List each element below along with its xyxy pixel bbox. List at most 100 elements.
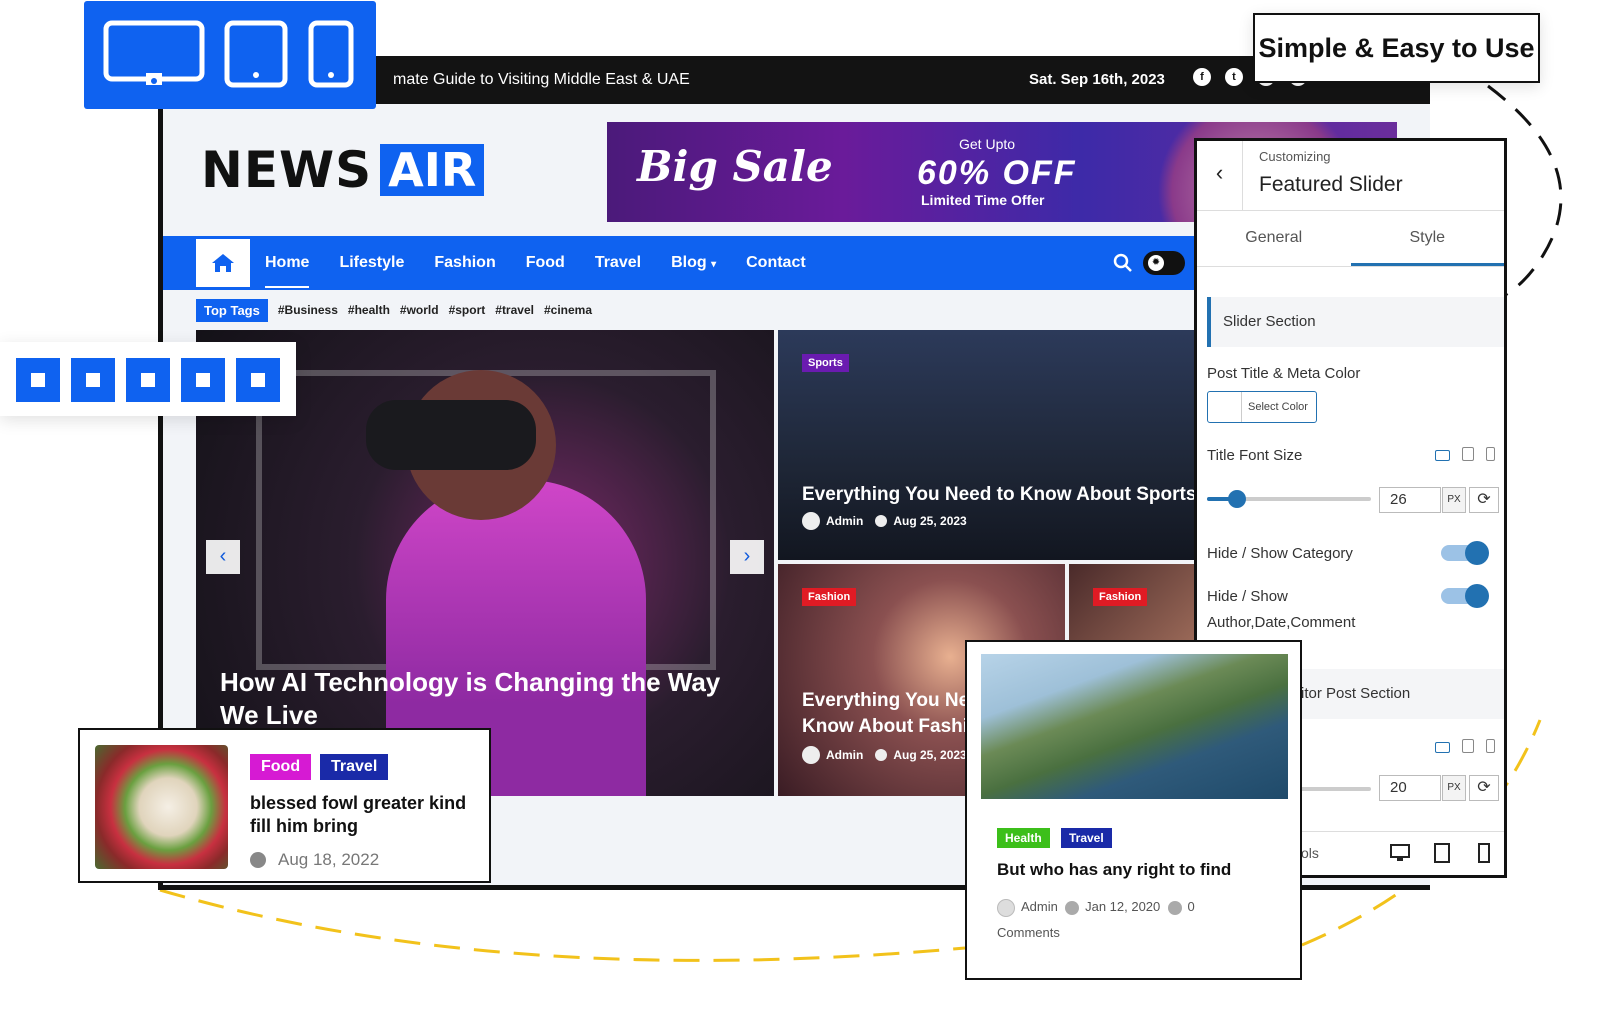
avatar xyxy=(802,746,820,764)
editor-section-heading: itor Post Section xyxy=(1301,685,1411,702)
desktop-icon[interactable] xyxy=(1390,844,1410,861)
category-badge-sports[interactable]: Sports xyxy=(802,354,849,372)
current-date: Sat. Sep 16th, 2023 xyxy=(1029,71,1165,88)
tag-health[interactable]: Health xyxy=(997,828,1050,848)
layout-option-3[interactable] xyxy=(126,358,170,402)
search-button[interactable] xyxy=(1113,253,1133,278)
nav-item-lifestyle[interactable]: Lifestyle xyxy=(339,254,404,272)
fashion-card-author[interactable]: Admin xyxy=(826,748,863,762)
unit-label: PX xyxy=(1442,487,1466,513)
tag-cinema[interactable]: #cinema xyxy=(544,303,592,317)
mobile-icon[interactable] xyxy=(1486,447,1495,461)
nav-item-fashion[interactable]: Fashion xyxy=(434,254,495,272)
device-icons xyxy=(103,20,354,88)
stage: mate Guide to Visiting Middle East & UAE… xyxy=(0,0,1619,1013)
health-card-date: Jan 12, 2020 xyxy=(1085,899,1161,914)
food-card-date-row: Aug 18, 2022 xyxy=(250,850,379,870)
sports-card[interactable]: Sports Everything You Need to Know About… xyxy=(778,330,1218,560)
category-toggle[interactable] xyxy=(1441,541,1489,565)
tag-sport[interactable]: #sport xyxy=(449,303,486,317)
logo-air: AIR xyxy=(380,144,485,196)
nav-item-travel[interactable]: Travel xyxy=(595,254,641,272)
chevron-down-icon: ▾ xyxy=(711,259,717,270)
category-badge-fashion[interactable]: Fashion xyxy=(802,588,857,606)
site-logo[interactable]: NEWS AIR xyxy=(201,141,485,199)
customizer-title: Featured Slider xyxy=(1259,173,1403,196)
food-card-title[interactable]: blessed fowl greater kind fill him bring xyxy=(250,792,480,838)
refresh-icon: ⟳ xyxy=(1477,779,1491,796)
sports-card-title[interactable]: Everything You Need to Know About Sports xyxy=(802,482,1196,507)
avatar xyxy=(997,898,1015,917)
home-button[interactable] xyxy=(196,239,250,287)
dark-mode-toggle[interactable]: ✹ xyxy=(1143,251,1185,275)
health-card-comment-count[interactable]: 0 xyxy=(1188,899,1195,914)
tablet-icon[interactable] xyxy=(224,20,288,88)
responsive-device-switch xyxy=(1423,447,1495,466)
food-post-card[interactable]: Food Travel blessed fowl greater kind fi… xyxy=(78,728,491,883)
title-font-size-slider[interactable] xyxy=(1207,490,1371,508)
health-card-comments-label[interactable]: Comments xyxy=(997,925,1060,940)
layout-option-1[interactable] xyxy=(16,358,60,402)
slider-prev-button[interactable]: ‹ xyxy=(206,540,240,574)
nav-item-contact[interactable]: Contact xyxy=(746,254,806,272)
layout-option-2[interactable] xyxy=(71,358,115,402)
food-card-date: Aug 18, 2022 xyxy=(278,850,380,869)
nav-item-blog[interactable]: Blog ▾ xyxy=(671,254,716,272)
tablet-icon[interactable] xyxy=(1434,843,1450,863)
nav-item-home[interactable]: Home xyxy=(265,238,310,288)
tag-business[interactable]: #Business xyxy=(278,303,338,317)
select-color-button[interactable]: Select Color xyxy=(1207,391,1317,423)
tab-style[interactable]: Style xyxy=(1350,211,1504,266)
category-badge-fashion-2[interactable]: Fashion xyxy=(1093,588,1148,606)
title-font-size-input[interactable]: 26 xyxy=(1379,487,1441,513)
tablet-icon[interactable] xyxy=(1462,447,1474,461)
news-ticker[interactable]: mate Guide to Visiting Middle East & UAE xyxy=(393,71,690,89)
tag-travel[interactable]: Travel xyxy=(320,754,389,780)
health-card-author[interactable]: Admin xyxy=(1021,899,1058,914)
tag-world[interactable]: #world xyxy=(400,303,439,317)
banner-headline: Big Sale xyxy=(637,142,833,191)
mobile-icon[interactable] xyxy=(1486,739,1495,753)
slider-section-heading[interactable]: Slider Section xyxy=(1207,297,1504,347)
desktop-icon[interactable] xyxy=(103,20,205,85)
tag-travel-2[interactable]: Travel xyxy=(1061,828,1112,848)
slider-handle[interactable] xyxy=(1227,490,1246,508)
mobile-icon[interactable] xyxy=(308,20,354,88)
top-tags-label: Top Tags xyxy=(196,298,268,322)
clock-icon xyxy=(1065,900,1080,915)
hero-title[interactable]: How AI Technology is Changing the Way We… xyxy=(220,666,760,732)
clock-icon xyxy=(250,852,266,868)
search-icon xyxy=(1113,253,1132,272)
nav-item-food[interactable]: Food xyxy=(526,254,565,272)
back-button[interactable]: ‹ xyxy=(1197,141,1243,211)
layout-option-5[interactable] xyxy=(236,358,280,402)
tag-health[interactable]: #health xyxy=(348,303,390,317)
color-swatch xyxy=(1208,392,1242,422)
logo-news: NEWS xyxy=(201,141,373,199)
desktop-icon[interactable] xyxy=(1435,450,1450,461)
fashion-card-title-line2[interactable]: Know About Fashi xyxy=(802,714,968,739)
sun-icon: ✹ xyxy=(1148,255,1164,271)
health-post-card[interactable]: Health Travel But who has any right to f… xyxy=(965,640,1302,980)
reset-button[interactable]: ⟳ xyxy=(1469,487,1499,513)
tab-general[interactable]: General xyxy=(1197,211,1351,266)
vr-headset-image xyxy=(366,400,536,470)
layout-option-4[interactable] xyxy=(181,358,225,402)
facebook-icon[interactable]: f xyxy=(1193,68,1211,86)
author-date-toggle[interactable] xyxy=(1441,584,1489,608)
tablet-icon[interactable] xyxy=(1462,739,1474,753)
banner-offer: 60% OFF xyxy=(917,154,1077,192)
slider-next-button[interactable]: › xyxy=(730,540,764,574)
mobile-icon[interactable] xyxy=(1478,843,1490,863)
fashion-card-title-line1[interactable]: Everything You Ne xyxy=(802,688,969,713)
sports-card-author[interactable]: Admin xyxy=(826,514,863,528)
second-font-size-input[interactable]: 20 xyxy=(1379,775,1441,801)
nav-item-blog-label: Blog xyxy=(671,254,707,271)
reset-button-2[interactable]: ⟳ xyxy=(1469,775,1499,801)
desktop-icon[interactable] xyxy=(1435,742,1450,753)
title-font-size-label: Title Font Size xyxy=(1207,447,1303,464)
twitter-icon[interactable]: t xyxy=(1225,68,1243,86)
tag-food[interactable]: Food xyxy=(250,754,312,780)
tag-travel[interactable]: #travel xyxy=(495,303,534,317)
health-card-title[interactable]: But who has any right to find xyxy=(997,860,1231,880)
